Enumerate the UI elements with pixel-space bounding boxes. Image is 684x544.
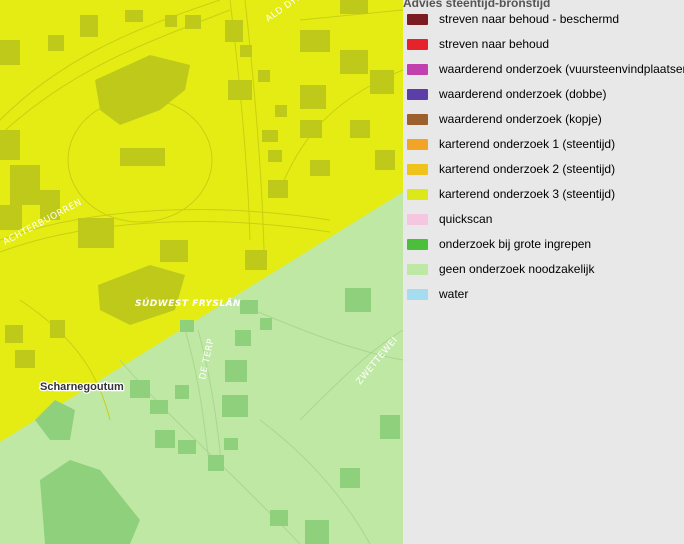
- legend-item: karterend onderzoek 1 (steentijd): [407, 134, 615, 154]
- legend-label: waarderend onderzoek (vuursteenvindplaat…: [439, 62, 684, 76]
- legend-swatch: [407, 213, 428, 225]
- legend-label: waarderend onderzoek (kopje): [439, 112, 602, 126]
- legend-swatch: [407, 138, 428, 150]
- legend-swatch: [407, 288, 428, 300]
- legend-swatch: [407, 263, 428, 275]
- legend-item: waarderend onderzoek (dobbe): [407, 84, 606, 104]
- legend-item: streven naar behoud: [407, 34, 549, 54]
- legend-label: waarderend onderzoek (dobbe): [439, 87, 607, 101]
- legend-label: water: [439, 287, 469, 301]
- legend-item: waarderend onderzoek (vuursteenvindplaat…: [407, 59, 684, 79]
- legend-label: streven naar behoud: [439, 37, 550, 51]
- legend-item: onderzoek bij grote ingrepen: [407, 234, 591, 254]
- legend-swatch: [407, 188, 428, 200]
- legend-item: geen onderzoek noodzakelijk: [407, 259, 594, 279]
- legend-label: onderzoek bij grote ingrepen: [439, 237, 592, 251]
- legend-label: karterend onderzoek 3 (steentijd): [439, 187, 616, 201]
- map-view[interactable]: SÚDWEST FRYSLÂN Scharnegoutum ACHTERBUOR…: [0, 0, 403, 544]
- legend-swatch: [407, 88, 428, 100]
- legend-swatch: [407, 13, 428, 25]
- region-label: SÚDWEST FRYSLÂN: [135, 297, 241, 309]
- legend-label: streven naar behoud - beschermd: [439, 12, 620, 26]
- legend-item: waarderend onderzoek (kopje): [407, 109, 602, 129]
- legend-swatch: [407, 63, 428, 75]
- legend-swatch: [407, 238, 428, 250]
- legend-label: geen onderzoek noodzakelijk: [439, 262, 595, 276]
- legend-item: karterend onderzoek 2 (steentijd): [407, 159, 615, 179]
- legend-item: quickscan: [407, 209, 492, 229]
- legend-swatch: [407, 163, 428, 175]
- legend-label: karterend onderzoek 1 (steentijd): [439, 137, 616, 151]
- legend-swatch: [407, 113, 428, 125]
- legend-label: karterend onderzoek 2 (steentijd): [439, 162, 616, 176]
- legend-item: karterend onderzoek 3 (steentijd): [407, 184, 615, 204]
- legend-label: quickscan: [439, 212, 493, 226]
- legend-panel: Advies steentijd-bronstijd streven naar …: [403, 0, 684, 544]
- legend-swatch: [407, 38, 428, 50]
- legend-item: streven naar behoud - beschermd: [407, 9, 619, 29]
- place-label: Scharnegoutum: [40, 381, 124, 393]
- legend-item: water: [407, 284, 468, 304]
- map-canvas[interactable]: SÚDWEST FRYSLÂN Scharnegoutum ACHTERBUOR…: [0, 0, 403, 544]
